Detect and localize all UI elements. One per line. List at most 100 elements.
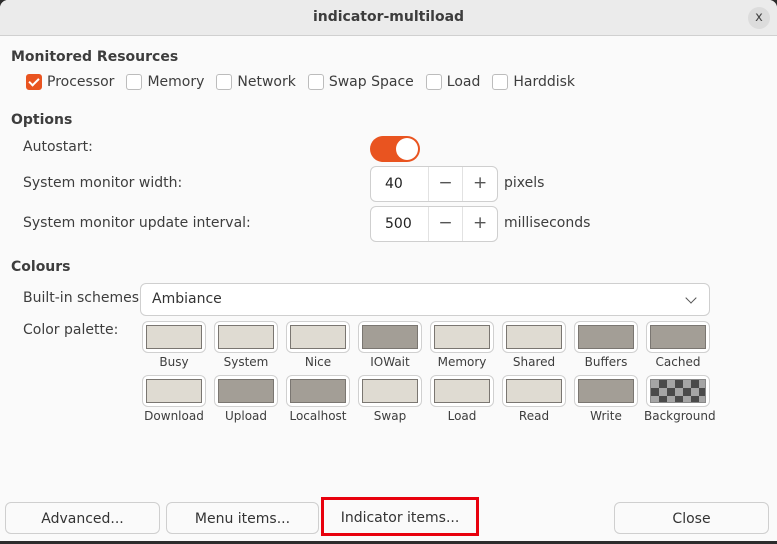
swatch-label: Read [518,409,550,423]
color-button[interactable] [502,375,566,407]
menu-items-button[interactable]: Menu items... [166,502,319,534]
close-icon[interactable]: x [748,7,770,29]
color-button[interactable] [502,321,566,353]
autostart-label: Autostart: [23,139,93,155]
swatch-label: Busy [159,355,189,369]
color-fill [578,325,634,349]
palette-swatch-localhost: Localhost [284,375,352,423]
palette-swatch-read: Read [500,375,568,423]
color-button[interactable] [646,321,710,353]
interval-unit-label: milliseconds [504,215,591,231]
palette-swatch-download: Download [140,375,208,423]
checkbox-label: Harddisk [513,74,576,90]
palette-swatch-write: Write [572,375,640,423]
checkbox-label: Load [446,74,481,90]
close-button[interactable]: Close [614,502,769,534]
swatch-label: Swap [373,409,407,423]
color-fill [578,379,634,403]
color-button[interactable] [142,375,206,407]
color-button[interactable] [142,321,206,353]
chevron-down-icon [685,292,697,304]
color-fill [362,379,418,403]
checkbox-label: Memory [147,74,205,90]
palette-swatch-swap: Swap [356,375,424,423]
color-button[interactable] [574,375,638,407]
palette-swatch-nice: Nice [284,321,352,369]
swatch-label: Localhost [289,409,347,423]
color-button[interactable] [430,375,494,407]
decrement-button[interactable]: − [427,167,463,201]
swatch-label: Cached [655,355,701,369]
color-button[interactable] [574,321,638,353]
colours-heading: Colours [11,259,71,275]
color-button[interactable] [646,375,710,407]
palette-swatch-load: Load [428,375,496,423]
increment-button[interactable]: + [462,207,497,241]
color-fill [146,325,202,349]
color-button[interactable] [286,375,350,407]
options-heading: Options [11,112,73,128]
checkbox-box[interactable] [425,74,442,90]
swatch-label: Write [590,409,622,423]
checkbox-box[interactable] [307,74,324,90]
monitor-width-label: System monitor width: [23,175,183,191]
palette-swatch-memory: Memory [428,321,496,369]
swatch-label: Memory [437,355,487,369]
color-button[interactable] [358,321,422,353]
checkbox-checked-icon[interactable] [26,74,42,90]
checkbox-box[interactable] [126,74,143,90]
increment-button[interactable]: + [462,167,497,201]
palette-swatch-shared: Shared [500,321,568,369]
indicator-items-button[interactable]: Indicator items... [324,502,476,534]
color-button[interactable] [358,375,422,407]
color-fill [434,325,490,349]
advanced-button[interactable]: Advanced... [5,502,160,534]
autostart-toggle[interactable] [370,136,420,162]
checkbox-harddisk[interactable]: Harddisk [492,74,575,90]
checkbox-box[interactable] [492,74,509,90]
swatch-label: Shared [512,355,556,369]
swatch-label: Nice [304,355,332,369]
color-button[interactable] [214,375,278,407]
color-fill [362,325,418,349]
monitor-width-stepper[interactable]: 40 − + [370,166,498,202]
palette-swatch-busy: Busy [140,321,208,369]
checkbox-memory[interactable]: Memory [126,74,204,90]
color-button[interactable] [214,321,278,353]
swatch-label: Load [447,409,477,423]
palette-swatch-upload: Upload [212,375,280,423]
update-interval-stepper[interactable]: 500 − + [370,206,498,242]
checkbox-network[interactable]: Network [216,74,296,90]
color-fill [290,325,346,349]
swatch-label: Background [644,409,716,423]
color-fill [434,379,490,403]
built-in-schemes-dropdown[interactable]: Ambiance [140,283,710,316]
decrement-button[interactable]: − [427,207,463,241]
checkbox-label: Network [237,74,296,90]
swatch-label: Download [144,409,204,423]
color-palette-label: Color palette: [23,322,119,338]
checkbox-swap-space[interactable]: Swap Space [307,74,414,90]
title-bar: indicator-multiload x [0,0,777,36]
color-fill [506,325,562,349]
color-button[interactable] [286,321,350,353]
color-fill [506,379,562,403]
palette-swatch-buffers: Buffers [572,321,640,369]
monitor-width-input[interactable]: 40 [371,167,428,201]
palette-swatch-iowait: IOWait [356,321,424,369]
color-fill [218,325,274,349]
checkbox-load[interactable]: Load [425,74,481,90]
update-interval-input[interactable]: 500 [371,207,428,241]
monitored-resources-heading: Monitored Resources [11,49,179,65]
palette-swatch-system: System [212,321,280,369]
window-title: indicator-multiload [312,9,465,25]
checkbox-label: Processor [47,74,115,90]
width-unit-label: pixels [504,175,545,191]
swatch-label: Upload [224,409,268,423]
color-button[interactable] [430,321,494,353]
selected-scheme: Ambiance [152,291,222,307]
swatch-label: IOWait [370,355,410,369]
color-fill [650,325,706,349]
checkbox-processor[interactable]: Processor [26,74,114,90]
checkbox-box[interactable] [216,74,233,90]
